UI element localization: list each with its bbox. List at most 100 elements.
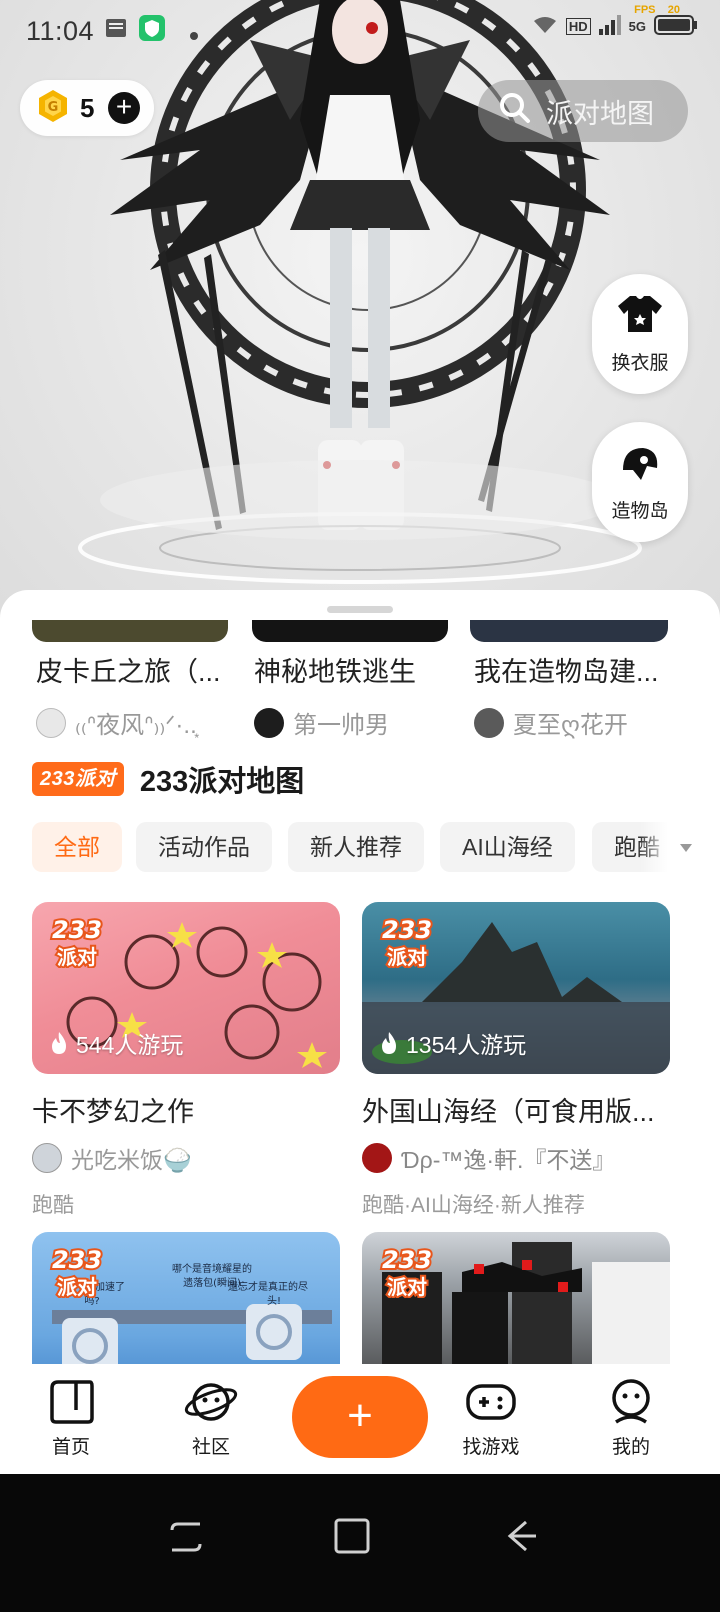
party-233-badge: 233 派对 bbox=[380, 914, 434, 968]
search-label: 派对地图 bbox=[546, 98, 654, 129]
avatar bbox=[36, 707, 66, 738]
card-title: 卡不梦幻之作 bbox=[32, 1097, 194, 1127]
chip-newcomer[interactable]: 新人推荐 bbox=[288, 822, 424, 872]
svg-text:派对: 派对 bbox=[387, 945, 427, 968]
nav-community-label: 社区 bbox=[191, 1437, 230, 1458]
top-thumbnails bbox=[0, 590, 720, 652]
network-label: 5G bbox=[628, 19, 646, 34]
chip-all[interactable]: 全部 bbox=[32, 822, 122, 872]
status-bar: 11:04 FPS 20 HD 5G bbox=[0, 0, 720, 62]
game-author: 夏至ღ花开 bbox=[474, 705, 674, 740]
avatar-scene[interactable]: 11:04 FPS 20 HD 5G G 5 + 派对地图 换衣服 造物岛 bbox=[0, 0, 720, 640]
game-author: 第一帅男 bbox=[254, 705, 464, 740]
recent-apps-icon[interactable] bbox=[166, 1516, 206, 1556]
island-icon bbox=[617, 442, 663, 488]
hd-label: HD bbox=[565, 18, 591, 35]
home-icon bbox=[50, 1380, 94, 1424]
creation-island-button[interactable]: 造物岛 bbox=[592, 422, 688, 542]
svg-text:头!: 头! bbox=[267, 1295, 281, 1307]
game-title: 我在造物岛建... bbox=[474, 657, 659, 687]
shirt-icon bbox=[616, 294, 664, 340]
author-name: 光吃米饭🍚 bbox=[71, 1147, 192, 1173]
chip-event-works[interactable]: 活动作品 bbox=[136, 822, 272, 872]
map-card[interactable]: 233 派对 544人游玩 卡不梦幻之作 光吃米饭🍚 跑酷 bbox=[32, 902, 340, 1219]
card-thumbnail: 233 派对 1354人游玩 bbox=[362, 902, 670, 1074]
game-item[interactable]: 神秘地铁逃生 第一帅男 bbox=[254, 650, 464, 740]
svg-text:233: 233 bbox=[382, 1246, 432, 1274]
avatar bbox=[362, 1143, 392, 1173]
security-shield-icon bbox=[138, 14, 166, 49]
svg-text:233: 233 bbox=[52, 916, 102, 944]
profile-icon bbox=[612, 1379, 650, 1424]
section-title: 233派对地图 bbox=[139, 766, 305, 798]
author-name: ₍₍ᐢ夜风ᐢ₎₎ᐟ·..͙ bbox=[75, 712, 197, 739]
change-outfit-label: 换衣服 bbox=[611, 352, 669, 374]
coin-count: 5 bbox=[80, 92, 95, 123]
thumb-2[interactable] bbox=[252, 620, 448, 642]
system-navigation-bar bbox=[0, 1474, 720, 1612]
chips-expand-button[interactable] bbox=[640, 822, 720, 872]
bottom-navigation: 首页 社区 + 找游戏 我的 bbox=[0, 1364, 720, 1474]
card-thumbnail: 233 派对 544人游玩 bbox=[32, 902, 340, 1074]
party-233-badge: 233 派对 bbox=[50, 914, 104, 968]
planet-icon bbox=[184, 1383, 238, 1421]
nav-community[interactable]: 社区 bbox=[156, 1378, 266, 1459]
thumb-3[interactable] bbox=[470, 620, 668, 642]
card-title: 外国山海经（可食用版... bbox=[362, 1097, 655, 1127]
game-author: ₍₍ᐢ夜风ᐢ₎₎ᐟ·..͙ bbox=[36, 705, 246, 740]
status-right: HD 5G bbox=[532, 14, 698, 39]
party-badge: 233派对 bbox=[32, 762, 124, 796]
svg-text:派对: 派对 bbox=[387, 1275, 427, 1298]
chip-ai-shanhaijing[interactable]: AI山海经 bbox=[440, 822, 575, 872]
game-item[interactable]: 我在造物岛建... 夏至ღ花开 bbox=[474, 650, 674, 740]
author-name: 夏至ღ花开 bbox=[513, 712, 628, 739]
card-tags: 跑酷·AI山海经·新人推荐 bbox=[362, 1194, 585, 1217]
coin-balance[interactable]: G 5 + bbox=[20, 80, 154, 136]
game-title: 皮卡丘之旅（... bbox=[36, 657, 221, 687]
card-author[interactable]: 光吃米饭🍚 bbox=[32, 1141, 340, 1175]
change-outfit-button[interactable]: 换衣服 bbox=[592, 274, 688, 394]
nav-home-label: 首页 bbox=[51, 1437, 90, 1458]
game-item[interactable]: 皮卡丘之旅（... ₍₍ᐢ夜风ᐢ₎₎ᐟ·..͙ bbox=[36, 650, 246, 740]
svg-text:哪个是音境耀星的: 哪个是音境耀星的 bbox=[172, 1262, 252, 1275]
coin-icon: G bbox=[36, 89, 70, 128]
flame-icon bbox=[52, 1032, 66, 1054]
wifi-icon bbox=[532, 15, 558, 38]
party-233-badge: 233 派对 bbox=[380, 1244, 434, 1298]
author-name: 第一帅男 bbox=[293, 712, 389, 739]
dot-icon bbox=[190, 16, 199, 47]
home-system-icon[interactable] bbox=[332, 1516, 372, 1556]
nav-profile-label: 我的 bbox=[611, 1437, 650, 1458]
game-title: 神秘地铁逃生 bbox=[254, 657, 416, 687]
avatar bbox=[32, 1143, 62, 1173]
notification-icon bbox=[104, 16, 128, 47]
card-author[interactable]: Ɗρ-™逸·軒.『不送』 bbox=[362, 1141, 670, 1175]
back-icon[interactable] bbox=[500, 1516, 540, 1556]
svg-text:G: G bbox=[48, 100, 59, 115]
map-card[interactable]: 233 派对 1354人游玩 外国山海经（可食用版... Ɗρ-™逸·軒.『不送… bbox=[362, 902, 670, 1219]
create-button[interactable]: + bbox=[292, 1376, 428, 1458]
thumb-1[interactable] bbox=[32, 620, 228, 642]
play-count: 544人游玩 bbox=[50, 1026, 183, 1060]
party-section-header: 233派对 233派对地图 bbox=[32, 758, 304, 800]
nav-profile[interactable]: 我的 bbox=[576, 1378, 686, 1459]
author-name: Ɗρ-™逸·軒.『不送』 bbox=[401, 1147, 616, 1173]
nav-find-games-label: 找游戏 bbox=[462, 1437, 520, 1458]
nav-find-games[interactable]: 找游戏 bbox=[436, 1378, 546, 1459]
card-tags: 跑酷 bbox=[32, 1194, 74, 1217]
content-sheet[interactable]: 皮卡丘之旅（... ₍₍ᐢ夜风ᐢ₎₎ᐟ·..͙ 神秘地铁逃生 第一帅男 我在造物… bbox=[0, 590, 720, 1412]
svg-text:233: 233 bbox=[52, 1246, 102, 1274]
signal-icon bbox=[598, 15, 621, 38]
add-coins-button[interactable]: + bbox=[108, 92, 140, 124]
play-count-text: 1354人游玩 bbox=[406, 1032, 527, 1058]
flame-icon bbox=[382, 1032, 396, 1054]
party-map-search[interactable]: 派对地图 bbox=[478, 80, 688, 142]
svg-text:233: 233 bbox=[382, 916, 432, 944]
gamepad-icon bbox=[466, 1384, 516, 1420]
svg-text:派对: 派对 bbox=[57, 1275, 97, 1298]
chevron-down-icon bbox=[680, 844, 692, 852]
svg-text:派对: 派对 bbox=[57, 945, 97, 968]
category-chips: 全部 活动作品 新人推荐 AI山海经 跑酷 bbox=[32, 822, 720, 872]
nav-home[interactable]: 首页 bbox=[16, 1378, 126, 1459]
play-count: 1354人游玩 bbox=[380, 1026, 526, 1060]
